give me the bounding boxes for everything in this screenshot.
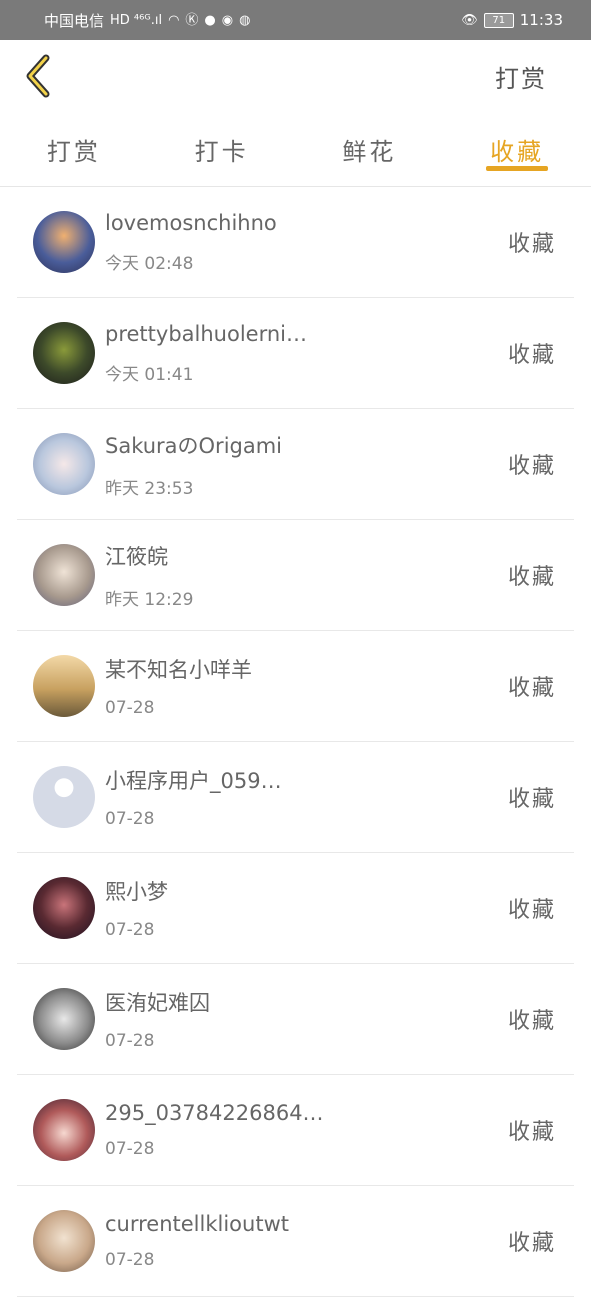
- avatar[interactable]: [33, 211, 95, 273]
- avatar[interactable]: [33, 655, 95, 717]
- favorite-label: 收藏: [507, 676, 556, 701]
- back-arrow-icon[interactable]: [24, 54, 60, 98]
- avatar[interactable]: [33, 988, 95, 1050]
- avatar[interactable]: [33, 1099, 95, 1161]
- avatar[interactable]: [33, 766, 95, 828]
- timestamp: 07-28: [105, 1250, 155, 1270]
- favorites-list: lovemosnchihno 今天 02:48 收藏 prettybalhuol…: [17, 187, 574, 1297]
- qq-icon: ●: [204, 12, 216, 28]
- eye-icon: 👁: [461, 12, 478, 28]
- timestamp: 昨天 23:53: [105, 478, 194, 499]
- carrier-label: 中国电信: [44, 11, 105, 30]
- user-name: currentellklioutwt: [105, 1212, 289, 1236]
- tab-bar: 打赏 打卡 鲜花 收藏: [0, 112, 591, 187]
- timestamp: 07-28: [105, 698, 155, 718]
- favorite-label: 收藏: [507, 565, 556, 590]
- avatar[interactable]: [33, 433, 95, 495]
- user-name: 295_03784226864…: [105, 1101, 324, 1125]
- list-item[interactable]: 熙小梦 07-28 收藏: [17, 853, 574, 964]
- timestamp: 07-28: [105, 809, 155, 829]
- user-name: 小程序用户_059…: [105, 769, 282, 793]
- favorite-label: 收藏: [507, 232, 556, 257]
- user-name: SakuraのOrigami: [105, 433, 283, 458]
- list-item[interactable]: 小程序用户_059… 07-28 收藏: [17, 742, 574, 853]
- avatar[interactable]: [33, 322, 95, 384]
- status-bar: 中国电信 HD ⁴⁶ᴳ.ıl ◠ Ⓚ ● ◉ ◍ 👁 71 11:33: [0, 0, 591, 40]
- user-name: 某不知名小咩羊: [105, 658, 252, 682]
- user-name: 熙小梦: [105, 880, 168, 904]
- user-name: 江筱皖: [105, 544, 168, 569]
- timestamp: 昨天 12:29: [105, 589, 194, 610]
- battery-icon: 71: [483, 12, 514, 28]
- list-item[interactable]: currentellklioutwt 07-28 收藏: [17, 1186, 574, 1297]
- timestamp: 07-28: [105, 1031, 155, 1051]
- favorite-label: 收藏: [507, 898, 556, 923]
- favorite-label: 收藏: [507, 787, 556, 812]
- tab-reward[interactable]: 打赏: [0, 112, 148, 167]
- user-name: lovemosnchihno: [105, 210, 277, 235]
- app-k-icon: Ⓚ: [185, 12, 199, 28]
- list-item[interactable]: 江筱皖 昨天 12:29 收藏: [17, 520, 574, 631]
- favorite-label: 收藏: [507, 343, 556, 368]
- user-name: prettybalhuolerni…: [105, 321, 307, 346]
- user-name: 医洧妃难囚: [105, 991, 210, 1015]
- list-item[interactable]: 某不知名小咩羊 07-28 收藏: [17, 631, 574, 742]
- list-item[interactable]: prettybalhuolerni… 今天 01:41 收藏: [17, 298, 574, 409]
- favorite-label: 收藏: [507, 1231, 556, 1256]
- timestamp: 今天 02:48: [105, 253, 194, 274]
- header: 打赏: [0, 40, 591, 112]
- favorite-label: 收藏: [507, 1009, 556, 1034]
- signal-icon: HD ⁴⁶ᴳ.ıl: [110, 12, 163, 28]
- avatar[interactable]: [33, 544, 95, 606]
- favorite-label: 收藏: [507, 454, 556, 479]
- list-item[interactable]: SakuraのOrigami 昨天 23:53 收藏: [17, 409, 574, 520]
- list-item[interactable]: 295_03784226864… 07-28 收藏: [17, 1075, 574, 1186]
- avatar[interactable]: [33, 877, 95, 939]
- list-item[interactable]: 医洧妃难囚 07-28 收藏: [17, 964, 574, 1075]
- page-title: 打赏: [495, 64, 547, 93]
- timestamp: 今天 01:41: [105, 364, 194, 385]
- wechat-icon: ◍: [239, 12, 251, 28]
- clock: 11:33: [519, 11, 563, 29]
- favorite-label: 收藏: [507, 1120, 556, 1145]
- wifi-icon: ◠: [168, 12, 180, 28]
- browser-icon: ◉: [221, 12, 234, 28]
- avatar[interactable]: [33, 1210, 95, 1272]
- tab-favorites[interactable]: 收藏: [443, 112, 591, 167]
- timestamp: 07-28: [105, 1139, 155, 1159]
- tab-flowers[interactable]: 鲜花: [296, 112, 444, 167]
- list-item[interactable]: lovemosnchihno 今天 02:48 收藏: [17, 187, 574, 298]
- tab-checkin[interactable]: 打卡: [148, 112, 296, 167]
- timestamp: 07-28: [105, 920, 155, 940]
